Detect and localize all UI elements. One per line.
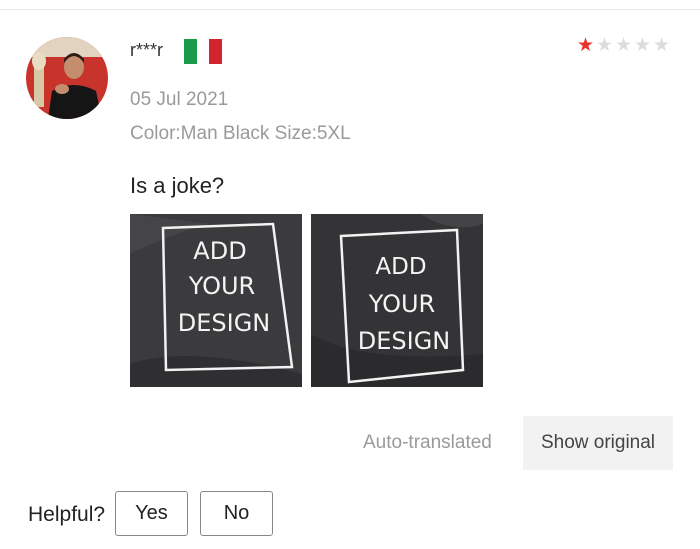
review-photo-2[interactable]: ADD YOUR DESIGN — [311, 214, 483, 387]
auto-translated-label: Auto-translated — [363, 432, 492, 453]
star-filled-icon: ★ — [576, 35, 595, 56]
italy-flag-icon — [184, 39, 223, 64]
star-empty-icon: ★ — [595, 35, 614, 56]
star-empty-icon: ★ — [652, 35, 671, 56]
helpful-no-button[interactable]: No — [200, 491, 273, 536]
flag-stripe-red — [209, 39, 223, 64]
helpful-prompt: Helpful? — [28, 503, 106, 526]
flag-stripe-green — [184, 39, 197, 64]
avatar — [26, 37, 108, 119]
review-date: 05 Jul 2021 — [130, 89, 229, 110]
star-empty-icon: ★ — [614, 35, 633, 56]
helpful-yes-button[interactable]: Yes — [115, 491, 188, 536]
top-divider — [0, 9, 700, 10]
show-original-button[interactable]: Show original — [523, 416, 673, 470]
photo-1-line-1: ADD — [193, 237, 246, 265]
photo-2-line-3: DESIGN — [358, 327, 451, 355]
flag-stripe-white — [196, 39, 210, 64]
product-variant: Color:Man Black Size:5XL — [130, 123, 351, 144]
photo-1-line-2: YOUR — [188, 272, 255, 300]
photo-2-line-2: YOUR — [368, 290, 435, 318]
review-text: Is a joke? — [130, 173, 225, 198]
reviewer-name: r***r — [130, 40, 164, 60]
photo-1-line-3: DESIGN — [178, 309, 271, 337]
review-photo-1[interactable]: ADD YOUR DESIGN — [130, 214, 302, 387]
photo-2-line-1: ADD — [375, 254, 426, 280]
star-empty-icon: ★ — [633, 35, 652, 56]
star-rating: ★ ★ ★ ★ ★ — [576, 36, 671, 56]
